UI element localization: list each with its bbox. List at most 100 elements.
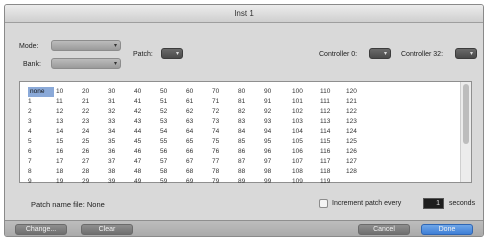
patch-cell[interactable]: 107 (292, 157, 318, 167)
patch-cell[interactable]: 93 (264, 117, 290, 127)
patch-cell[interactable]: 86 (238, 147, 264, 157)
patch-cell[interactable]: 121 (346, 97, 372, 107)
patch-cell[interactable]: 48 (134, 167, 160, 177)
patch-cell[interactable]: 22 (82, 107, 108, 117)
patch-cell[interactable]: 126 (346, 147, 372, 157)
patch-cell[interactable]: 102 (292, 107, 318, 117)
patch-cell[interactable]: 108 (292, 167, 318, 177)
patch-cell[interactable]: 72 (212, 107, 238, 117)
patch-cell[interactable]: 59 (160, 177, 186, 187)
patch-cell[interactable]: 120 (346, 87, 372, 97)
patch-cell[interactable]: 123 (346, 117, 372, 127)
patch-cell[interactable]: 63 (186, 117, 212, 127)
patch-cell[interactable]: 103 (292, 117, 318, 127)
patch-cell[interactable]: 1 (28, 97, 54, 107)
patch-cell[interactable]: 100 (292, 87, 318, 97)
patch-cell[interactable]: 81 (238, 97, 264, 107)
patch-cell[interactable]: 82 (238, 107, 264, 117)
patch-cell[interactable]: 67 (186, 157, 212, 167)
patch-cell[interactable]: 119 (320, 177, 346, 187)
patch-cell[interactable]: 61 (186, 97, 212, 107)
patch-cell[interactable]: 40 (134, 87, 160, 97)
patch-cell[interactable]: 38 (108, 167, 134, 177)
patch-cell[interactable]: 128 (346, 167, 372, 177)
patch-cell[interactable]: 88 (238, 167, 264, 177)
patch-cell[interactable]: 125 (346, 137, 372, 147)
patch-cell[interactable]: 71 (212, 97, 238, 107)
patch-cell[interactable]: 101 (292, 97, 318, 107)
patch-cell[interactable]: 17 (56, 157, 82, 167)
controller32-popup[interactable]: ▾ (455, 48, 477, 59)
patch-cell[interactable]: 53 (160, 117, 186, 127)
patch-cell[interactable]: 127 (346, 157, 372, 167)
bank-popup[interactable]: ▾ (51, 58, 121, 69)
patch-cell[interactable]: 3 (28, 117, 54, 127)
patch-cell[interactable]: 62 (186, 107, 212, 117)
patch-cell[interactable]: 68 (186, 167, 212, 177)
patch-cell[interactable]: 43 (134, 117, 160, 127)
patch-cell[interactable]: 47 (134, 157, 160, 167)
patch-cell[interactable]: 5 (28, 137, 54, 147)
patch-cell[interactable]: 29 (82, 177, 108, 187)
patch-cell[interactable]: 44 (134, 127, 160, 137)
patch-cell[interactable]: 46 (134, 147, 160, 157)
patch-cell[interactable]: 122 (346, 107, 372, 117)
patch-cell[interactable]: 10 (56, 87, 82, 97)
patch-cell[interactable]: 24 (82, 127, 108, 137)
done-button[interactable]: Done (421, 224, 473, 235)
patch-cell[interactable]: 4 (28, 127, 54, 137)
patch-cell[interactable]: 56 (160, 147, 186, 157)
patch-cell[interactable]: 37 (108, 157, 134, 167)
patch-cell[interactable]: 19 (56, 177, 82, 187)
patch-cell[interactable]: none (28, 87, 54, 97)
patch-cell[interactable]: 117 (320, 157, 346, 167)
patch-cell[interactable]: 65 (186, 137, 212, 147)
patch-cell[interactable]: 77 (212, 157, 238, 167)
patch-cell[interactable]: 39 (108, 177, 134, 187)
patch-cell[interactable]: 109 (292, 177, 318, 187)
patch-cell[interactable]: 97 (264, 157, 290, 167)
patch-cell[interactable]: 74 (212, 127, 238, 137)
patch-cell[interactable]: 104 (292, 127, 318, 137)
patch-cell[interactable]: 8 (28, 167, 54, 177)
patch-cell[interactable]: 58 (160, 167, 186, 177)
patch-cell[interactable]: 76 (212, 147, 238, 157)
patch-cell[interactable]: 2 (28, 107, 54, 117)
patch-cell[interactable]: 66 (186, 147, 212, 157)
patch-cell[interactable]: 27 (82, 157, 108, 167)
patch-cell[interactable]: 15 (56, 137, 82, 147)
patch-cell[interactable]: 113 (320, 117, 346, 127)
increment-seconds-field[interactable]: 1 (423, 198, 444, 209)
patch-cell[interactable]: 116 (320, 147, 346, 157)
patch-cell[interactable]: 14 (56, 127, 82, 137)
increment-patch-checkbox[interactable] (319, 199, 328, 208)
patch-cell[interactable]: 50 (160, 87, 186, 97)
patch-popup[interactable]: ▾ (161, 48, 183, 59)
patch-cell[interactable]: 30 (108, 87, 134, 97)
patch-cell[interactable]: 34 (108, 127, 134, 137)
patch-cell[interactable]: 23 (82, 117, 108, 127)
patch-cell[interactable]: 90 (264, 87, 290, 97)
patch-cell[interactable]: 124 (346, 127, 372, 137)
patch-cell[interactable]: 78 (212, 167, 238, 177)
patch-cell[interactable]: 25 (82, 137, 108, 147)
patch-cell[interactable]: 26 (82, 147, 108, 157)
patch-cell[interactable]: 99 (264, 177, 290, 187)
patch-cell[interactable]: 32 (108, 107, 134, 117)
patch-cell[interactable]: 7 (28, 157, 54, 167)
patch-cell[interactable]: 114 (320, 127, 346, 137)
patch-cell[interactable]: 110 (320, 87, 346, 97)
patch-cell[interactable]: 84 (238, 127, 264, 137)
patch-cell[interactable]: 33 (108, 117, 134, 127)
patch-cell[interactable]: 111 (320, 97, 346, 107)
patch-cell[interactable]: 83 (238, 117, 264, 127)
patch-cell[interactable]: 6 (28, 147, 54, 157)
clear-button[interactable]: Clear (81, 224, 133, 235)
patch-cell[interactable]: 70 (212, 87, 238, 97)
patch-cell[interactable]: 91 (264, 97, 290, 107)
patch-cell[interactable]: 35 (108, 137, 134, 147)
patch-cell[interactable]: 80 (238, 87, 264, 97)
cancel-button[interactable]: Cancel (358, 224, 410, 235)
patch-cell[interactable]: 115 (320, 137, 346, 147)
patch-cell[interactable]: 87 (238, 157, 264, 167)
